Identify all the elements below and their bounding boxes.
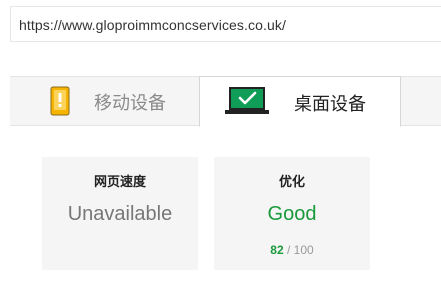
- score-max: 100: [293, 243, 314, 257]
- page-speed-card: 网页速度 Unavailable: [42, 157, 198, 270]
- device-tabs: 移动设备 桌面设备: [10, 76, 441, 127]
- optimization-score: 82 / 100: [214, 243, 370, 257]
- mobile-warning-icon: [50, 86, 70, 116]
- optimization-title: 优化: [278, 175, 305, 190]
- page-speed-value: Unavailable: [67, 203, 173, 225]
- tab-desktop[interactable]: 桌面设备: [199, 76, 401, 127]
- url-text: https://www.gloproimmconcservices.co.uk/: [19, 17, 286, 33]
- score-separator: /: [283, 243, 294, 257]
- url-bar[interactable]: https://www.gloproimmconcservices.co.uk/: [10, 6, 441, 42]
- tab-mobile[interactable]: 移动设备: [10, 76, 200, 127]
- optimization-value: Good: [267, 203, 317, 225]
- tab-desktop-label: 桌面设备: [294, 94, 366, 115]
- desktop-check-icon: [225, 87, 269, 114]
- tab-mobile-label: 移动设备: [94, 93, 166, 114]
- optimization-card: 优化 Good 82 / 100: [214, 157, 370, 270]
- page-speed-title: 网页速度: [93, 175, 146, 190]
- score-value: 82: [270, 243, 284, 257]
